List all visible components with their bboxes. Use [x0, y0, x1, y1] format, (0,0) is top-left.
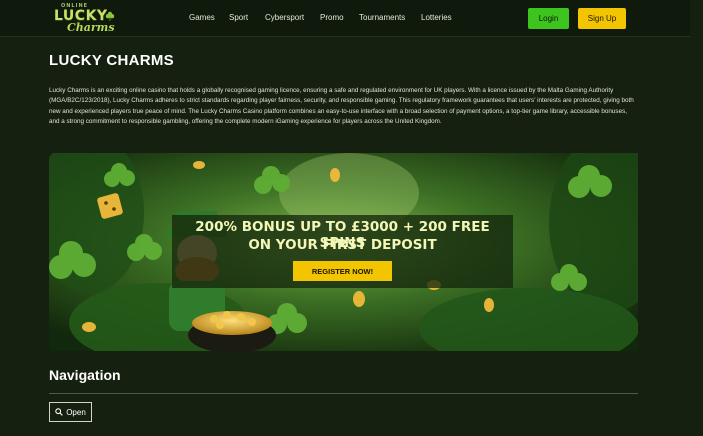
register-button[interactable]: REGISTER NOW! — [293, 261, 392, 281]
nav-games[interactable]: Games — [189, 13, 215, 22]
open-label: Open — [66, 407, 86, 417]
open-navigation-button[interactable]: Open — [49, 402, 92, 422]
promo-overlay: 200% BONUS UP TO £3000 + 200 FREE SPINS … — [172, 215, 513, 288]
site-header: ONLINE LUCKY Charms Games Sport Cyberspo… — [0, 0, 690, 37]
search-icon — [55, 408, 63, 416]
intro-paragraph: Lucky Charms is an exciting online casin… — [49, 87, 634, 126]
nav-sport[interactable]: Sport — [229, 13, 248, 22]
nav-promo[interactable]: Promo — [320, 13, 344, 22]
nav-cybersport[interactable]: Cybersport — [265, 13, 304, 22]
promo-subheadline: ON YOUR FIRST DEPOSIT — [248, 237, 437, 253]
nav-lotteries[interactable]: Lotteries — [421, 13, 452, 22]
signup-button[interactable]: Sign Up — [578, 8, 626, 29]
promo-banner[interactable]: 200% BONUS UP TO £3000 + 200 FREE SPINS … — [49, 153, 638, 351]
nav-tournaments[interactable]: Tournaments — [359, 13, 405, 22]
navigation-title: Navigation — [49, 367, 121, 383]
section-divider — [49, 393, 638, 394]
site-logo[interactable]: ONLINE LUCKY Charms — [47, 3, 117, 34]
login-button[interactable]: Login — [528, 8, 569, 29]
page-title: LUCKY CHARMS — [49, 52, 174, 69]
clover-icon — [105, 11, 115, 21]
logo-word-charms: Charms — [67, 21, 115, 34]
